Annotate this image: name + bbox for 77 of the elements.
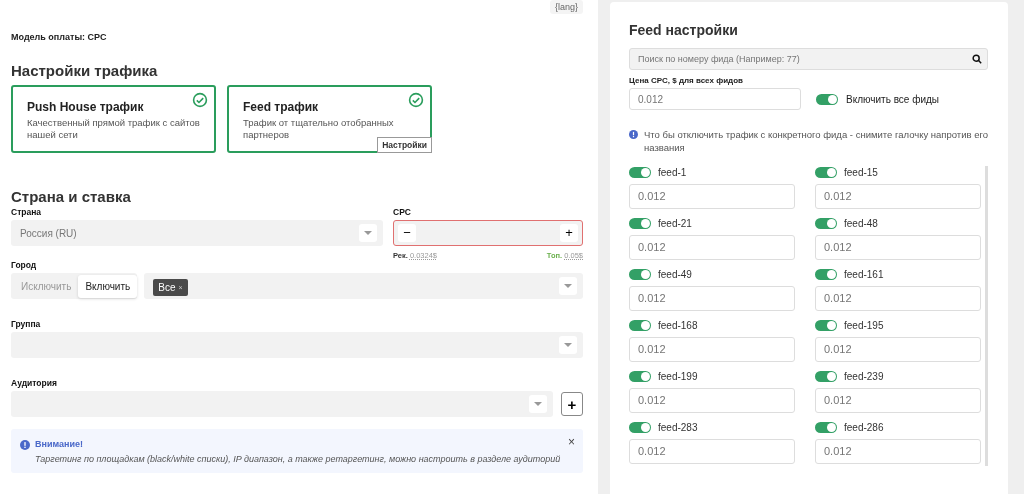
close-button[interactable]: × bbox=[568, 435, 575, 449]
feed-price-input[interactable]: 0.012 bbox=[629, 336, 795, 362]
panel-title: Feed настройки bbox=[629, 22, 739, 38]
toggle-switch[interactable] bbox=[629, 371, 651, 383]
toggle-switch[interactable] bbox=[629, 218, 651, 230]
feed-price-input[interactable]: 0.012 bbox=[629, 285, 795, 311]
settings-button[interactable]: Настройки bbox=[377, 137, 432, 153]
feed-price-input[interactable]: 0.012 bbox=[815, 387, 981, 413]
card-title: Feed трафик bbox=[243, 100, 320, 114]
price-input[interactable]: 0.012 bbox=[629, 88, 801, 110]
caret-icon bbox=[559, 336, 577, 354]
feed-price-input[interactable]: 0.012 bbox=[815, 438, 981, 464]
feed-name: feed-49 bbox=[658, 269, 692, 281]
lang-badge: {lang} bbox=[549, 0, 583, 14]
field-label: Цена CPC, $ для всех фидов bbox=[629, 76, 744, 85]
feed-price-input[interactable]: 0.012 bbox=[629, 387, 795, 413]
feed-name: feed-161 bbox=[844, 269, 884, 281]
toggle-switch[interactable] bbox=[815, 371, 837, 383]
toggle-switch[interactable] bbox=[815, 269, 837, 281]
feed-name: feed-286 bbox=[844, 422, 884, 434]
feed-price-input[interactable]: 0.012 bbox=[629, 183, 795, 209]
feed-price-input[interactable]: 0.012 bbox=[815, 183, 981, 209]
field-label: Страна bbox=[11, 207, 43, 217]
cpc-field[interactable]: − + bbox=[393, 220, 583, 246]
caret-icon bbox=[529, 395, 547, 413]
feed-name: feed-21 bbox=[658, 218, 692, 230]
mode-toggle[interactable]: Включить bbox=[78, 274, 138, 298]
feed-name: feed-283 bbox=[658, 422, 698, 434]
field-label: Аудитория bbox=[11, 378, 58, 388]
info-icon bbox=[20, 440, 30, 450]
toggle-switch[interactable] bbox=[629, 167, 651, 179]
toggle-switch[interactable] bbox=[815, 218, 837, 230]
caret-icon bbox=[359, 224, 377, 242]
card-description: Качественный прямой трафик с сайтов нашей сети bbox=[27, 117, 200, 142]
field-label: CPC bbox=[393, 207, 412, 217]
feed-price-input[interactable]: 0.012 bbox=[629, 438, 795, 464]
toggle-switch[interactable] bbox=[629, 320, 651, 332]
field-label: Группа bbox=[11, 319, 42, 329]
toggle-switch[interactable] bbox=[816, 93, 838, 105]
card-title: Push House трафик bbox=[27, 100, 145, 114]
toggle-label: Включить все фиды bbox=[846, 93, 939, 105]
search-field[interactable]: Поиск по номеру фида (Например: 77) bbox=[629, 48, 988, 70]
feed-price-input[interactable]: 0.012 bbox=[815, 234, 981, 260]
alert-text: Таргетинг по площадкам (black/white списки), IP диапазон, а также ретаргетинг, можно настроить в разделе аудиторий bbox=[35, 454, 561, 464]
toggle-switch[interactable] bbox=[629, 422, 651, 434]
feed-price-input[interactable]: 0.012 bbox=[815, 285, 981, 311]
toggle-switch[interactable] bbox=[815, 320, 837, 332]
country-select[interactable]: Россия (RU) bbox=[11, 220, 383, 246]
feed-name: feed-48 bbox=[844, 218, 878, 230]
feed-name: feed-195 bbox=[844, 320, 884, 332]
caret-icon bbox=[559, 277, 577, 295]
check-circle-icon bbox=[408, 92, 424, 108]
plus-button[interactable]: + bbox=[560, 224, 578, 242]
feed-price-input[interactable]: 0.012 bbox=[815, 336, 981, 362]
scrollbar[interactable] bbox=[985, 165, 988, 466]
feed-name: feed-239 bbox=[844, 371, 884, 383]
section-title: Настройки трафика bbox=[11, 62, 159, 79]
feed-name: feed-1 bbox=[658, 167, 687, 179]
toggle-switch[interactable] bbox=[815, 422, 837, 434]
traffic-card[interactable]: Feed трафик Трафик от тщательно отобранных партнеров Настройки bbox=[227, 85, 432, 153]
search-icon bbox=[972, 54, 982, 64]
feed-price-input[interactable]: 0.012 bbox=[629, 234, 795, 260]
feed-name: feed-199 bbox=[658, 371, 698, 383]
payment-model-text: Модель оплаты: CPC bbox=[11, 32, 108, 42]
section-title: Страна и ставка bbox=[11, 188, 132, 205]
alert-title: Внимание! bbox=[35, 439, 84, 449]
toggle-switch[interactable] bbox=[815, 167, 837, 179]
minus-button[interactable]: − bbox=[398, 224, 416, 242]
check-circle-icon bbox=[192, 92, 208, 108]
traffic-card[interactable]: Push House трафик Качественный прямой трафик с сайтов нашей сети bbox=[11, 85, 216, 153]
info-text: Что бы отключить трафик с конкретного фида - снимите галочку напротив его названия bbox=[644, 128, 988, 155]
field-label: Город bbox=[11, 260, 38, 270]
toggle-switch[interactable] bbox=[629, 269, 651, 281]
feed-name: feed-15 bbox=[844, 167, 878, 179]
info-icon bbox=[629, 130, 638, 139]
feed-name: feed-168 bbox=[658, 320, 698, 332]
add-button[interactable]: + bbox=[561, 392, 583, 416]
